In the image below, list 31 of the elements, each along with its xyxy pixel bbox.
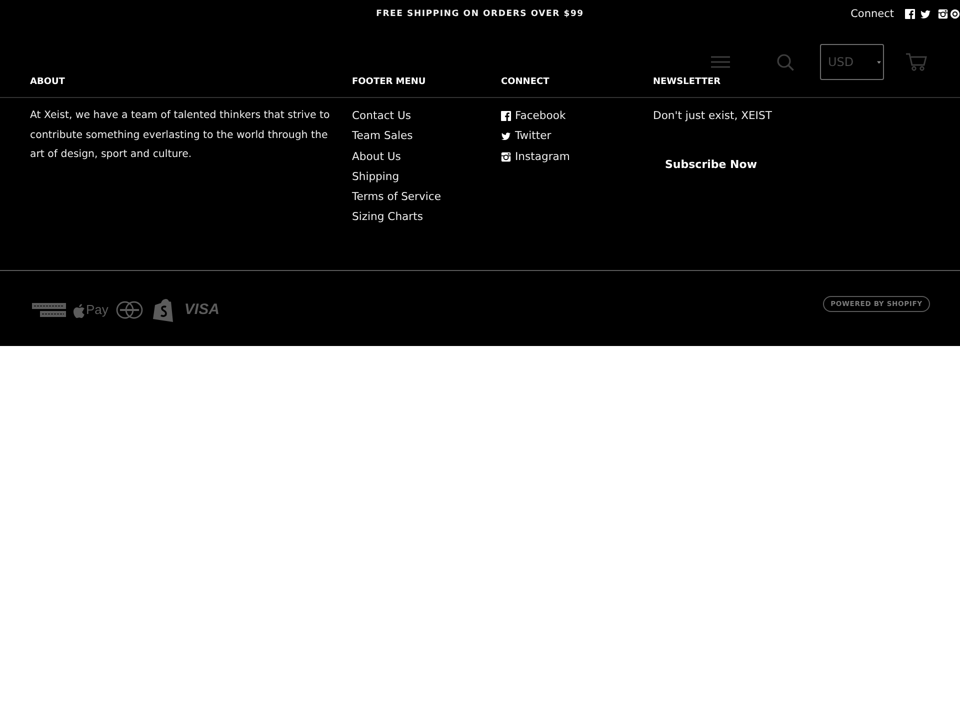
twitter-icon[interactable] — [920, 9, 931, 19]
social-link[interactable]: Twitter — [515, 126, 552, 146]
facebook-icon[interactable] — [905, 9, 915, 19]
about-text: At Xeist, we have a team of talented thinkers that strive to contribute something everlasting to the world through the art of design, sport and culture. — [30, 109, 331, 162]
instagram-icon[interactable] — [938, 9, 948, 19]
visa-logo: VISA — [184, 301, 220, 319]
connect-link[interactable]: Connect — [850, 7, 894, 21]
apple-icon — [73, 302, 85, 318]
social-link[interactable]: Facebook — [515, 106, 566, 126]
footer-menu-link[interactable]: About Us — [352, 146, 401, 167]
column-heading: FOOTER MENU — [352, 76, 426, 89]
mastercard-logo-icon — [116, 301, 144, 319]
column-heading: ABOUT — [30, 76, 65, 89]
footer-menu-link[interactable]: Contact Us — [352, 106, 411, 126]
column-heading: NEWSLETTER — [653, 76, 721, 89]
social-link[interactable]: Instagram — [515, 146, 570, 167]
announcement-text: FREE SHIPPING ON ORDERS OVER $99 — [376, 8, 584, 21]
footer-menu-link[interactable]: Team Sales — [352, 126, 413, 147]
shopping-bag-icon — [153, 298, 174, 322]
footer-menu-link[interactable]: Terms of Service — [352, 187, 441, 208]
instagram-icon — [501, 152, 511, 162]
newsletter-text: Don't just exist, XEIST — [653, 108, 772, 124]
caret-icon — [877, 60, 881, 64]
footer-menu-link[interactable]: Shipping — [352, 166, 400, 188]
apple-pay-label: Pay — [86, 302, 108, 318]
circle-icon[interactable] — [950, 9, 960, 19]
twitter-icon — [501, 131, 511, 142]
facebook-icon — [501, 111, 511, 122]
amex-logo-icon — [32, 303, 66, 317]
footer-menu-link[interactable]: Sizing Charts — [352, 207, 423, 228]
column-heading: CONNECT — [501, 76, 550, 89]
